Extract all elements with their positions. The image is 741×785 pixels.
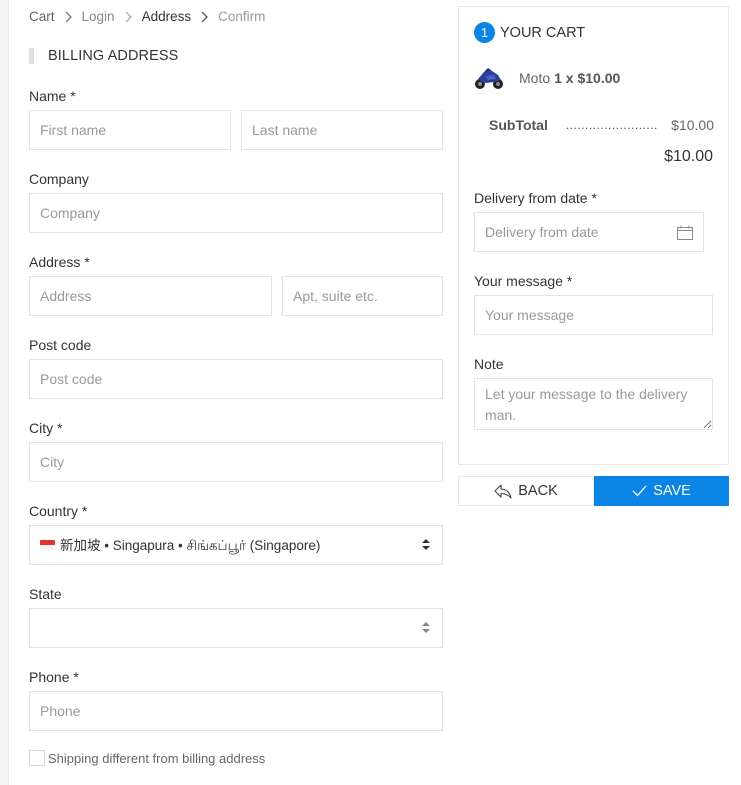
city-input[interactable] <box>29 442 443 482</box>
cart-item: Moto 1 x $10.00 <box>474 65 620 91</box>
reply-arrow-icon <box>494 483 512 499</box>
state-label: State <box>29 586 62 602</box>
phone-label: Phone * <box>29 669 79 685</box>
first-name-input[interactable] <box>29 110 231 150</box>
delivery-date-label: Delivery from date * <box>474 190 597 206</box>
breadcrumb-confirm: Confirm <box>218 9 266 24</box>
note-textarea[interactable] <box>474 378 713 430</box>
delivery-date-placeholder: Delivery from date <box>485 224 599 240</box>
note-label: Note <box>474 356 504 372</box>
billing-address-heading: BILLING ADDRESS <box>29 48 178 64</box>
cart-item-name: Moto <box>519 70 551 86</box>
your-message-label: Your message * <box>474 273 573 289</box>
save-button[interactable]: SAVE <box>594 476 729 506</box>
phone-input[interactable] <box>29 691 443 731</box>
company-label: Company <box>29 171 89 187</box>
chevron-right-icon <box>125 11 132 23</box>
singapore-flag-icon <box>40 540 55 550</box>
delivery-date-input[interactable]: Delivery from date <box>474 212 704 252</box>
breadcrumb-cart[interactable]: Cart <box>29 9 55 24</box>
select-arrows-icon <box>422 621 430 634</box>
left-sidebar-edge <box>0 0 9 785</box>
subtotal-dots: ........................ <box>565 118 658 132</box>
select-arrows-icon <box>422 538 430 551</box>
shipping-different-checkbox[interactable] <box>29 750 45 766</box>
motorcycle-image-icon <box>475 68 503 89</box>
postcode-input[interactable] <box>29 359 443 399</box>
subtotal-value: $10.00 <box>671 117 714 133</box>
company-input[interactable] <box>29 193 443 233</box>
subtotal-row: SubTotal ........................ $10.00 <box>489 117 714 133</box>
back-button-label: BACK <box>518 483 558 499</box>
chevron-right-icon <box>201 11 209 23</box>
cart-item-qty-price: 1 x $10.00 <box>554 70 621 86</box>
breadcrumb: Cart Login Address Confirm <box>29 9 265 24</box>
subtotal-label: SubTotal <box>489 117 548 133</box>
city-label: City * <box>29 420 63 436</box>
country-label: Country * <box>29 503 88 519</box>
name-label: Name * <box>29 88 76 104</box>
address-input[interactable] <box>29 276 272 316</box>
total-value: $10.00 <box>664 148 713 165</box>
cart-count-badge: 1 <box>474 22 495 43</box>
cart-title: YOUR CART <box>500 24 586 41</box>
billing-address-title: BILLING ADDRESS <box>48 48 179 64</box>
state-select[interactable] <box>29 608 443 648</box>
cart-panel: 1 YOUR CART Moto 1 x $10.00 SubTotal ...… <box>458 6 729 465</box>
country-select[interactable]: 新加坡 • Singapura • சிங்கப்பூர் (Singapore… <box>29 525 443 565</box>
cart-header: 1 YOUR CART <box>474 22 585 43</box>
breadcrumb-login[interactable]: Login <box>82 9 115 24</box>
your-message-input[interactable] <box>474 295 713 335</box>
shipping-different-option[interactable]: Shipping different from billing address <box>29 750 265 766</box>
calendar-icon[interactable] <box>677 225 693 240</box>
shipping-different-label[interactable]: Shipping different from billing address <box>48 751 265 766</box>
checkmark-icon <box>632 485 647 497</box>
back-button[interactable]: BACK <box>458 476 594 506</box>
postcode-label: Post code <box>29 337 92 353</box>
save-button-label: SAVE <box>653 483 691 499</box>
last-name-input[interactable] <box>241 110 443 150</box>
address-label: Address * <box>29 254 90 270</box>
apt-suite-input[interactable] <box>282 276 443 316</box>
breadcrumb-address: Address <box>141 9 192 24</box>
country-selected-value: 新加坡 • Singapura • சிங்கப்பூர் (Singapore… <box>60 538 321 553</box>
chevron-right-icon <box>65 11 72 23</box>
heading-accent-bar <box>29 48 34 64</box>
